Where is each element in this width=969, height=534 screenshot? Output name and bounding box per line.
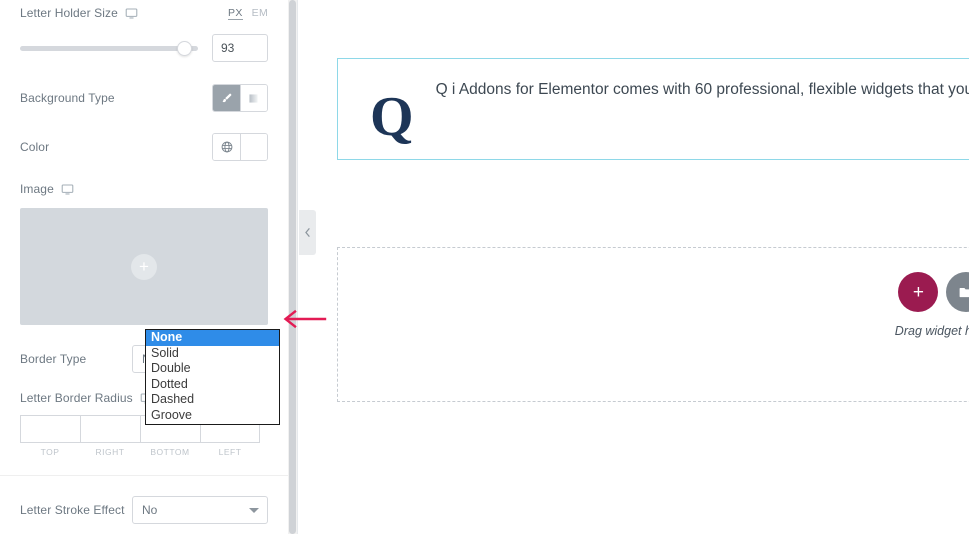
background-type-toggle xyxy=(212,84,268,112)
widget-dropzone[interactable]: + Drag widget here xyxy=(337,247,969,402)
unit-em[interactable]: EM xyxy=(252,7,268,19)
folder-icon xyxy=(959,287,969,297)
border-radius-side-label: RIGHT xyxy=(95,447,125,457)
control-letter-stroke-effect: Letter Stroke Effect No xyxy=(0,496,288,524)
dropcap-letter: Q xyxy=(370,86,414,148)
settings-panel: Letter Holder Size PX EM 93 Background T… xyxy=(0,0,288,534)
border-radius-side-label: TOP xyxy=(40,447,60,457)
dropzone-label: Drag widget here xyxy=(894,324,969,338)
panel-collapse-handle[interactable] xyxy=(299,210,316,255)
desktop-icon[interactable] xyxy=(125,7,138,20)
color-picker xyxy=(212,133,268,161)
dropdown-option-dotted[interactable]: Dotted xyxy=(146,377,279,393)
border-radius-input-right[interactable] xyxy=(80,415,140,443)
editor-canvas: Q Q i Addons for Elementor comes with 60… xyxy=(298,0,969,534)
control-image: Image + xyxy=(0,182,288,325)
add-template-button[interactable] xyxy=(946,272,969,312)
dropzone-buttons: + xyxy=(898,272,969,312)
add-widget-button[interactable]: + xyxy=(898,272,939,312)
letter-holder-size-input[interactable] xyxy=(212,34,268,62)
image-placeholder[interactable]: + xyxy=(20,208,268,325)
plus-icon: + xyxy=(912,281,924,303)
classic-brush-icon[interactable] xyxy=(213,85,241,111)
control-color: Color xyxy=(0,133,288,161)
image-label: Image xyxy=(20,182,54,196)
dropzone-actions: + Drag widget here xyxy=(895,272,969,338)
slider-handle[interactable] xyxy=(176,40,192,56)
dropdown-option-dashed[interactable]: Dashed xyxy=(146,392,279,408)
globe-icon[interactable] xyxy=(213,134,241,160)
dropcap-text-widget[interactable]: Q Q i Addons for Elementor comes with 60… xyxy=(337,58,969,160)
letter-stroke-effect-value: No xyxy=(142,503,158,517)
unit-switcher: PX EM xyxy=(228,7,268,20)
dropdown-option-double[interactable]: Double xyxy=(146,361,279,377)
gradient-icon[interactable] xyxy=(240,85,267,111)
border-type-dropdown-list[interactable]: None Solid Double Dotted Dashed Groove xyxy=(145,329,280,425)
border-radius-cell: TOP xyxy=(20,415,80,457)
divider xyxy=(0,475,288,476)
panel-scrollbar-thumb[interactable] xyxy=(289,0,296,534)
image-label-group: Image xyxy=(20,182,268,196)
letter-holder-size-label-group: Letter Holder Size xyxy=(20,6,138,20)
dropdown-option-none[interactable]: None xyxy=(146,330,279,346)
border-radius-cell: RIGHT xyxy=(80,415,140,457)
color-swatch[interactable] xyxy=(241,134,267,160)
letter-holder-size-slider[interactable] xyxy=(20,39,198,57)
desktop-icon[interactable] xyxy=(61,183,74,196)
border-type-label: Border Type xyxy=(20,352,87,366)
unit-px[interactable]: PX xyxy=(228,7,243,20)
letter-stroke-effect-select[interactable]: No xyxy=(132,496,268,524)
letter-border-radius-label: Letter Border Radius xyxy=(20,391,133,405)
background-type-label: Background Type xyxy=(20,91,115,105)
widget-body-text: Q i Addons for Elementor comes with 60 p… xyxy=(435,81,969,98)
elementor-editor-screen: Letter Holder Size PX EM 93 Background T… xyxy=(0,0,969,534)
dropdown-option-solid[interactable]: Solid xyxy=(146,346,279,362)
dropdown-option-groove[interactable]: Groove xyxy=(146,408,279,424)
letter-stroke-effect-label: Letter Stroke Effect xyxy=(20,503,125,517)
border-radius-side-label: BOTTOM xyxy=(150,447,190,457)
chevron-down-icon xyxy=(249,508,259,513)
color-label: Color xyxy=(20,140,50,154)
border-radius-input-top[interactable] xyxy=(20,415,80,443)
control-background-type: Background Type xyxy=(0,84,288,112)
add-image-button[interactable]: + xyxy=(131,253,157,280)
border-radius-side-label: LEFT xyxy=(218,447,242,457)
chevron-left-icon xyxy=(304,227,310,238)
letter-holder-size-label: Letter Holder Size xyxy=(20,6,118,20)
slider-track xyxy=(20,45,198,51)
control-letter-holder-size: Letter Holder Size PX EM xyxy=(0,0,288,62)
